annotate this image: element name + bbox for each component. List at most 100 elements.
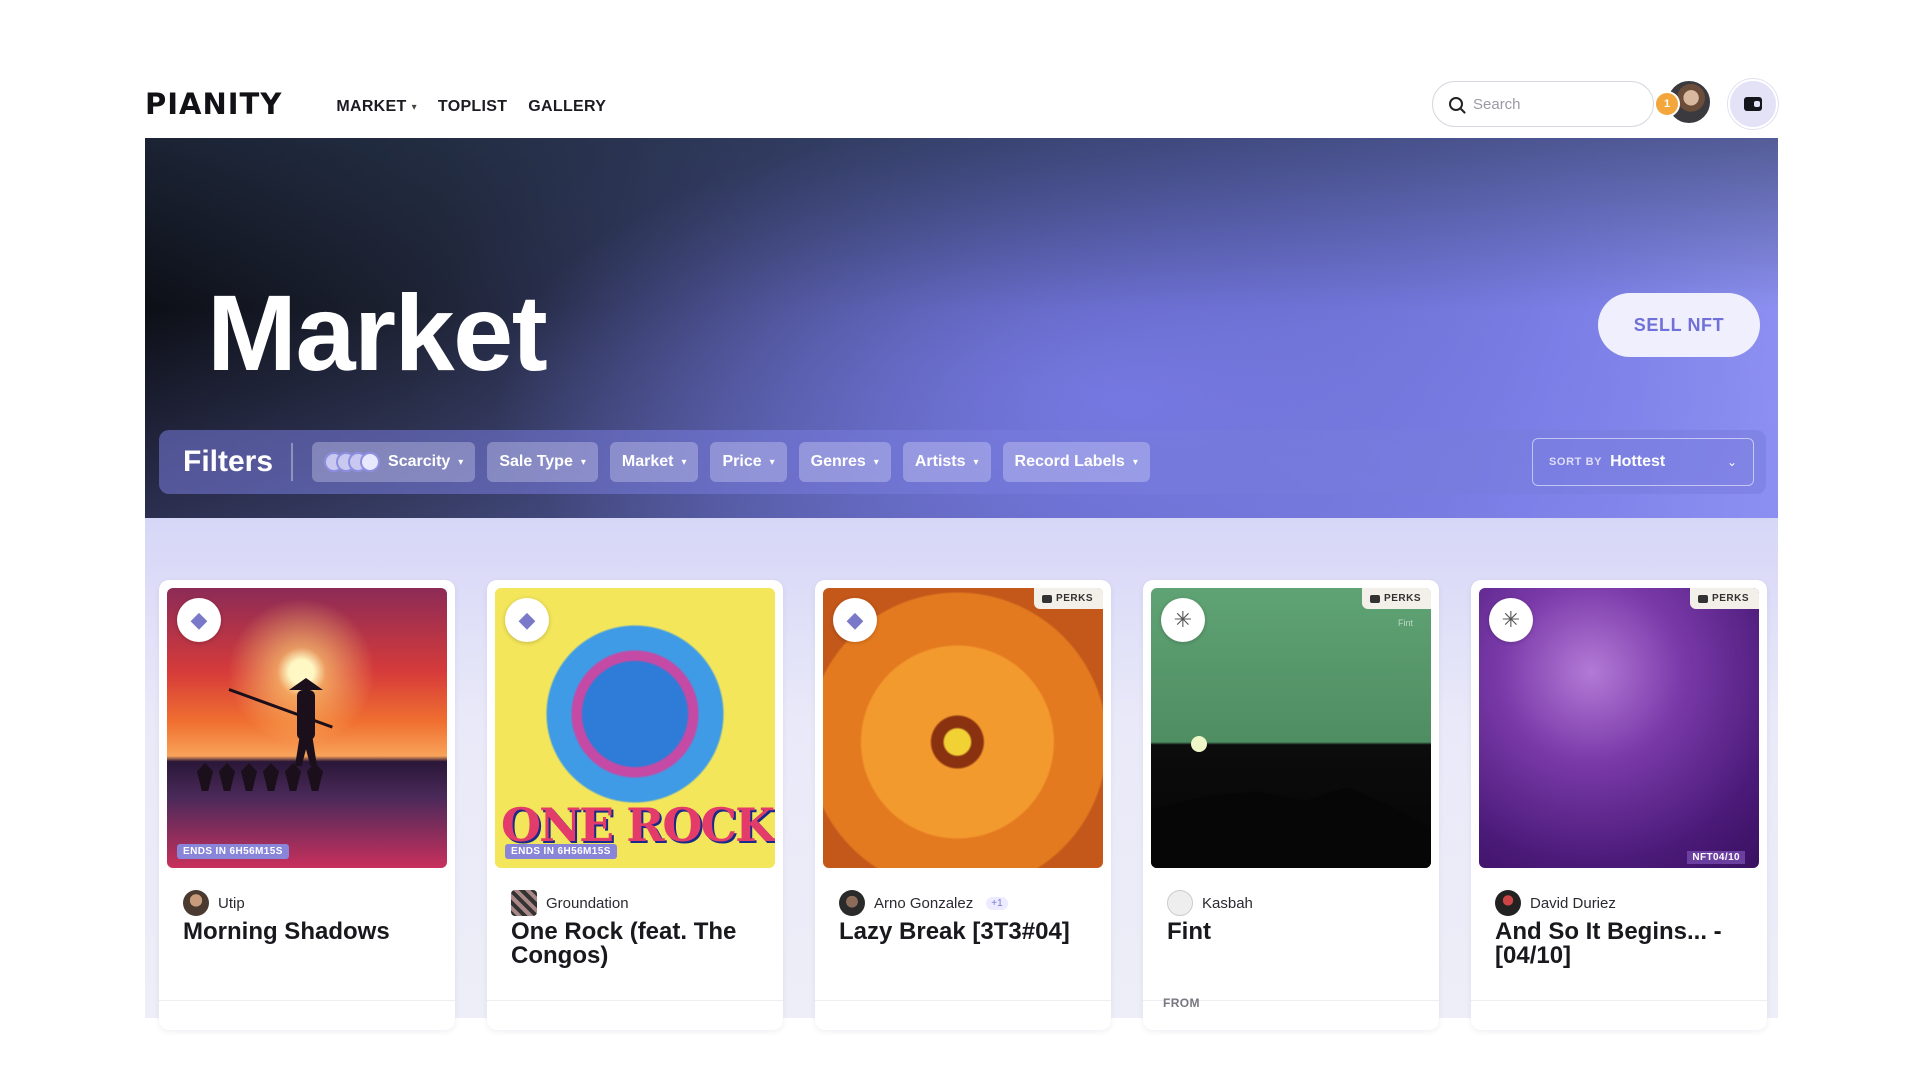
wallet-button[interactable] — [1728, 79, 1778, 129]
scarcity-icons — [324, 452, 381, 472]
filter-price[interactable]: Price ▾ — [710, 442, 787, 482]
moon-shape — [1191, 736, 1207, 752]
artist-name: Groundation — [546, 894, 629, 912]
nav-toplist-label: TOPLIST — [437, 98, 508, 115]
artist-info[interactable]: Arno Gonzalez +1 — [839, 890, 1008, 916]
chevron-down-icon: ▾ — [458, 456, 464, 468]
filter-artists-label: Artists — [914, 453, 966, 470]
fisherman-silhouette — [285, 678, 325, 768]
user-menu[interactable]: 1 — [1654, 79, 1716, 129]
artist-avatar — [839, 890, 865, 916]
nft-title[interactable]: Lazy Break [3T3#04] — [839, 920, 1099, 944]
card-divider — [1471, 1000, 1767, 1001]
filter-market-label: Market — [621, 453, 674, 470]
nft-title[interactable]: And So It Begins... - [04/10] — [1495, 920, 1755, 968]
filter-price-label: Price — [722, 453, 762, 470]
perks-label: PERKS — [1712, 593, 1749, 604]
notification-badge[interactable]: 1 — [1654, 91, 1680, 117]
nft-card[interactable]: NFT04/10 ✳ PERKS David Duriez And So It … — [1471, 580, 1767, 1030]
header-actions: 1 — [1432, 79, 1778, 129]
artist-avatar — [183, 890, 209, 916]
filters-title: Filters — [183, 443, 294, 481]
nav-gallery[interactable]: GALLERY — [528, 98, 606, 116]
nft-card[interactable]: ONE ROCK ◆ ENDS IN 6H56M15S Groundation … — [487, 580, 783, 1030]
search-icon — [1449, 97, 1463, 111]
market-hero: Market SELL NFT Filters Scarcity ▾ Sale … — [145, 138, 1778, 518]
artist-avatar — [1495, 890, 1521, 916]
nft-title[interactable]: One Rock (feat. The Congos) — [511, 920, 771, 968]
artist-avatar — [1167, 890, 1193, 916]
gift-icon — [1042, 594, 1053, 603]
hill-silhouette — [1151, 787, 1431, 868]
perks-badge: PERKS — [1034, 588, 1103, 609]
artwork-text: Fint — [1397, 618, 1413, 628]
starburst-icon: ✳ — [1161, 598, 1205, 642]
perks-label: PERKS — [1384, 593, 1421, 604]
perks-badge: PERKS — [1362, 588, 1431, 609]
filters-bar: Filters Scarcity ▾ Sale Type ▾ Market ▾ … — [159, 430, 1766, 494]
filter-market[interactable]: Market ▾ — [609, 442, 699, 482]
nft-title[interactable]: Morning Shadows — [183, 920, 443, 944]
nav-toplist[interactable]: TOPLIST — [438, 98, 507, 116]
chevron-down-icon: ▾ — [580, 456, 586, 468]
filter-sale-type[interactable]: Sale Type ▾ — [487, 442, 598, 482]
chevron-down-icon: ▾ — [769, 456, 775, 468]
top-navigation: PIANITY MARKET ▾ TOPLIST GALLERY 1 — [145, 70, 1778, 138]
nft-card[interactable]: ◆ ENDS IN 6H56M15S Utip Morning Shadows — [159, 580, 455, 1030]
filter-genres-label: Genres — [810, 453, 866, 470]
search-input[interactable] — [1473, 95, 1623, 113]
more-artists-badge[interactable]: +1 — [986, 896, 1008, 910]
card-divider — [815, 1000, 1111, 1001]
artist-name: Utip — [218, 894, 245, 912]
nft-grid: ◆ ENDS IN 6H56M15S Utip Morning Shadows … — [145, 518, 1778, 1030]
wallet-icon — [1744, 97, 1762, 111]
sort-label: SORT BY — [1549, 456, 1603, 468]
edition-label: NFT04/10 — [1687, 851, 1745, 864]
artist-name: Arno Gonzalez — [874, 894, 974, 912]
filter-record-labels[interactable]: Record Labels ▾ — [1002, 442, 1150, 482]
chevron-down-icon: ▾ — [1132, 456, 1138, 468]
nft-card[interactable]: Fint ✳ PERKS Kasbah Fint FROM — [1143, 580, 1439, 1030]
chevron-down-icon: ▾ — [873, 456, 879, 468]
price-from-label: FROM — [1163, 996, 1200, 1010]
nft-title[interactable]: Fint — [1167, 920, 1427, 944]
gift-icon — [1370, 594, 1381, 603]
nav-market[interactable]: MARKET ▾ — [336, 98, 417, 116]
rarity-icon: ◆ — [177, 598, 221, 642]
filter-sale-type-label: Sale Type — [499, 453, 573, 470]
chevron-down-icon: ⌄ — [1726, 455, 1737, 469]
artist-name: Kasbah — [1202, 894, 1253, 912]
filter-artists[interactable]: Artists ▾ — [902, 442, 991, 482]
nav-market-label: MARKET — [336, 98, 407, 115]
gift-icon — [1698, 594, 1709, 603]
card-divider — [487, 1000, 783, 1001]
pianity-logo[interactable]: PIANITY — [145, 87, 282, 121]
artist-info[interactable]: Groundation — [511, 890, 629, 916]
filter-record-labels-label: Record Labels — [1014, 453, 1125, 470]
perks-label: PERKS — [1056, 593, 1093, 604]
page-title: Market — [207, 272, 548, 393]
artist-info[interactable]: David Duriez — [1495, 890, 1616, 916]
nft-card[interactable]: ◆ PERKS Arno Gonzalez +1 Lazy Break [3T3… — [815, 580, 1111, 1030]
search-box[interactable] — [1432, 81, 1654, 127]
main-nav: MARKET ▾ TOPLIST GALLERY — [336, 98, 606, 116]
chevron-down-icon: ▾ — [411, 101, 417, 113]
artist-name: David Duriez — [1530, 894, 1616, 912]
nav-gallery-label: GALLERY — [528, 98, 607, 115]
filter-scarcity[interactable]: Scarcity ▾ — [312, 442, 476, 482]
chevron-down-icon: ▾ — [681, 456, 687, 468]
rarity-icon: ◆ — [833, 598, 877, 642]
auction-timer: ENDS IN 6H56M15S — [177, 844, 289, 859]
artist-avatar — [511, 890, 537, 916]
card-divider — [159, 1000, 455, 1001]
sort-dropdown[interactable]: SORT BY Hottest ⌄ — [1532, 438, 1754, 486]
rarity-icon: ◆ — [505, 598, 549, 642]
filter-genres[interactable]: Genres ▾ — [798, 442, 891, 482]
artist-info[interactable]: Kasbah — [1167, 890, 1253, 916]
artist-info[interactable]: Utip — [183, 890, 245, 916]
birds-silhouette — [197, 763, 347, 803]
starburst-icon: ✳ — [1489, 598, 1533, 642]
perks-badge: PERKS — [1690, 588, 1759, 609]
sell-nft-button[interactable]: SELL NFT — [1598, 293, 1760, 357]
auction-timer: ENDS IN 6H56M15S — [505, 844, 617, 859]
